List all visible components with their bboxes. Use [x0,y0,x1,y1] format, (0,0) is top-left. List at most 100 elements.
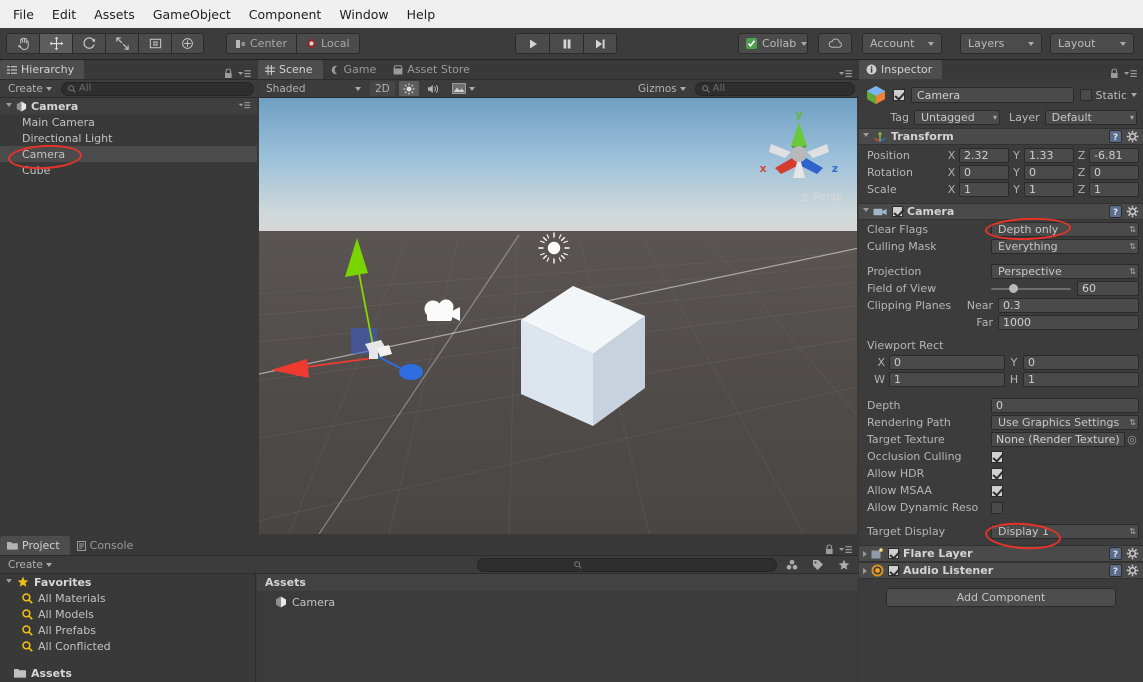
scene-fx-toggle[interactable] [448,81,479,96]
hierarchy-item-cube[interactable]: Cube [0,162,257,178]
favorite-all-models[interactable]: All Models [0,606,255,622]
position-z-input[interactable]: -6.81 [1089,148,1139,163]
chevron-down-icon[interactable] [863,133,869,140]
allow-hdr-checkbox[interactable] [991,467,1003,480]
position-x-input[interactable]: 2.32 [959,148,1009,163]
step-button[interactable] [583,33,617,54]
toggle-2d-button[interactable]: 2D [370,81,395,96]
pause-button[interactable] [549,33,583,54]
projection-dropdown[interactable]: Perspective ⇅ [991,264,1139,279]
tab-game[interactable]: Game [322,60,387,79]
scene-lighting-toggle[interactable] [398,81,419,96]
favorite-all-materials[interactable]: All Materials [0,590,255,606]
fov-slider-knob[interactable] [1008,284,1018,293]
culling-mask-dropdown[interactable]: Everything ⇅ [991,239,1139,254]
cube-object[interactable] [515,280,655,430]
transform-component-header[interactable]: Transform ? [859,128,1143,145]
add-component-button[interactable]: Add Component [886,588,1116,607]
move-tool-button[interactable] [39,33,72,54]
hierarchy-create-button[interactable]: Create [3,81,57,96]
account-button[interactable]: Account [862,33,942,54]
tab-inspector[interactable]: Inspector [859,60,943,79]
static-checkbox[interactable] [1079,89,1092,101]
camera-gizmo-icon[interactable] [420,297,464,327]
layers-button[interactable]: Layers [960,33,1042,54]
tab-project[interactable]: Project [0,536,70,555]
object-enabled-checkbox[interactable] [893,89,905,101]
viewport-w-input[interactable]: 1 [889,372,1005,387]
filter-by-label-button[interactable] [807,557,829,572]
occlusion-culling-checkbox[interactable] [991,450,1003,463]
far-input[interactable]: 1000 [998,315,1139,330]
hierarchy-scene-row[interactable]: Camera [0,98,257,114]
play-button[interactable] [515,33,549,54]
scene-audio-toggle[interactable] [423,81,444,96]
tab-asset-store[interactable]: Asset Store [386,60,480,79]
tab-scene[interactable]: Scene [258,60,323,79]
chevron-down-icon[interactable] [1131,93,1137,97]
audio-listener-enabled-checkbox[interactable] [888,565,899,576]
object-picker-icon[interactable]: ◎ [1125,433,1139,446]
favorite-all-prefabs[interactable]: All Prefabs [0,622,255,638]
favorites-filter-button[interactable] [833,557,855,572]
favorite-all-conflicted[interactable]: All Conflicted [0,638,255,654]
static-toggle[interactable]: Static [1079,89,1137,102]
tag-dropdown[interactable]: Untagged ▾ [914,110,1000,125]
camera-enabled-checkbox[interactable] [892,206,903,217]
fov-slider[interactable] [991,281,1071,296]
rotation-z-input[interactable]: 0 [1089,165,1139,180]
target-texture-input[interactable]: None (Render Texture) [991,432,1125,447]
audio-listener-component-header[interactable]: Audio Listener ? [859,562,1143,579]
hierarchy-search-input[interactable]: All [60,81,254,96]
rotate-tool-button[interactable] [72,33,105,54]
menu-item-gameobject[interactable]: GameObject [144,4,240,25]
chevron-right-icon[interactable] [863,550,867,557]
menu-item-assets[interactable]: Assets [85,4,144,25]
scene-search-input[interactable]: All [694,81,855,96]
scale-x-input[interactable]: 1 [959,182,1009,197]
chevron-down-icon[interactable] [6,102,12,110]
menu-item-window[interactable]: Window [330,4,397,25]
allow-dynamic-resolution-checkbox[interactable] [991,501,1003,514]
camera-component-header[interactable]: Camera ? [859,203,1143,220]
tab-hierarchy[interactable]: Hierarchy [0,60,85,79]
rendering-path-dropdown[interactable]: Use Graphics Settings ⇅ [991,415,1139,430]
target-display-dropdown[interactable]: Display 1 ⇅ [991,524,1139,539]
menu-item-component[interactable]: Component [240,4,331,25]
shading-mode-dropdown[interactable]: Shaded [261,81,366,96]
near-input[interactable]: 0.3 [998,298,1139,313]
viewport-x-input[interactable]: 0 [889,355,1005,370]
hierarchy-item-directional-light[interactable]: Directional Light [0,130,257,146]
gizmos-dropdown[interactable]: Gizmos [633,81,691,96]
allow-msaa-checkbox[interactable] [991,484,1003,497]
layer-dropdown[interactable]: Default ▾ [1044,110,1137,125]
pivot-mode-button[interactable]: Center [226,33,297,54]
viewport-y-input[interactable]: 0 [1023,355,1139,370]
scale-tool-button[interactable] [105,33,138,54]
object-name-input[interactable]: Camera [911,87,1074,103]
rect-tool-button[interactable] [138,33,171,54]
hierarchy-item-camera[interactable]: Camera [0,146,257,162]
flare-layer-enabled-checkbox[interactable] [888,548,899,559]
transform-tool-button[interactable] [171,33,204,54]
scene-projection-label[interactable]: ≦ Persp [801,190,843,203]
menu-item-edit[interactable]: Edit [43,4,85,25]
chevron-down-icon[interactable] [6,578,12,586]
cloud-button[interactable] [818,33,852,54]
menu-item-help[interactable]: Help [398,4,445,25]
rotation-y-input[interactable]: 0 [1024,165,1074,180]
scale-y-input[interactable]: 1 [1024,182,1074,197]
rotation-x-input[interactable]: 0 [959,165,1009,180]
fov-input[interactable]: 60 [1077,281,1139,296]
project-create-button[interactable]: Create [3,557,57,572]
menu-item-file[interactable]: File [4,4,43,25]
scene-viewport[interactable]: y x z ≦Persp Camera Preview [259,98,857,534]
scale-z-input[interactable]: 1 [1089,182,1139,197]
chevron-down-icon[interactable] [863,208,869,215]
tab-console[interactable]: Console [69,536,144,555]
hand-tool-button[interactable] [6,33,39,54]
depth-input[interactable]: 0 [991,398,1139,413]
project-assets-tree-row[interactable]: Assets [0,665,255,681]
position-y-input[interactable]: 1.33 [1024,148,1074,163]
hierarchy-item-main-camera[interactable]: Main Camera [0,114,257,130]
